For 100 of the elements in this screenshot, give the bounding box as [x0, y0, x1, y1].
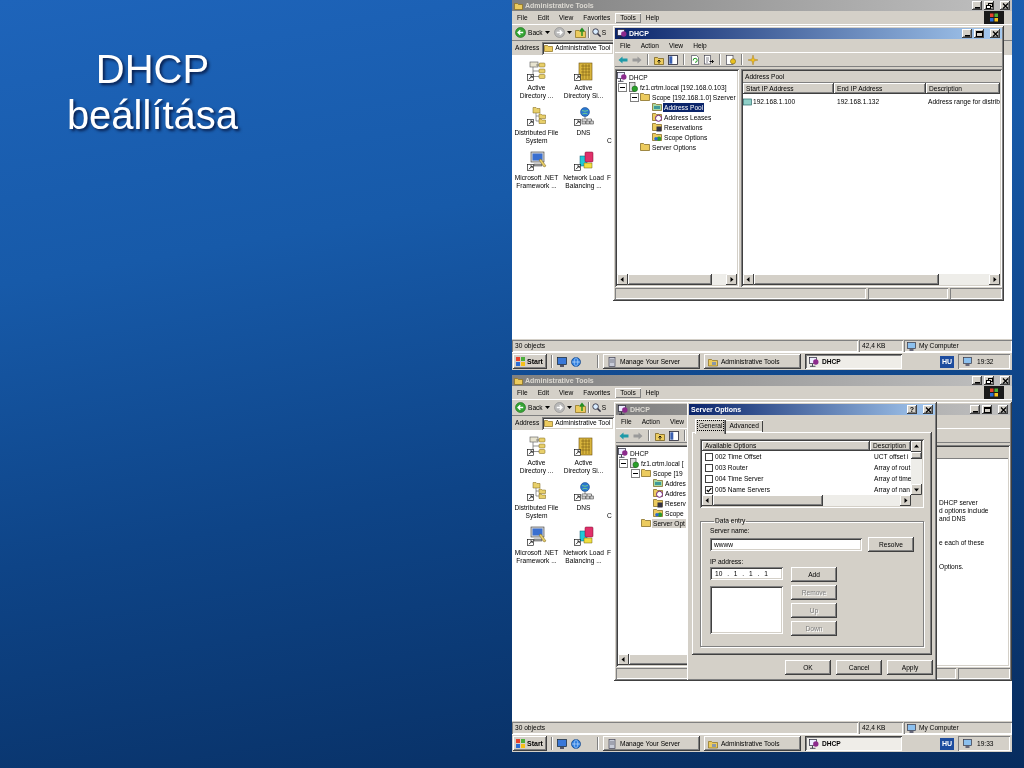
forward-button[interactable] [552, 25, 573, 40]
checkbox[interactable] [705, 485, 713, 494]
page-badge-icon[interactable] [726, 54, 736, 65]
refresh-icon[interactable] [690, 54, 700, 65]
restore-icon [985, 377, 993, 384]
globe-network-icon[interactable] [573, 106, 594, 126]
computer-icon[interactable] [526, 151, 547, 171]
horizontal-scrollbar[interactable] [617, 274, 737, 285]
scroll-left-icon[interactable] [617, 274, 628, 285]
maximize-icon [975, 30, 983, 37]
folder-tree-icon[interactable] [526, 481, 547, 501]
colored-blocks-icon[interactable] [573, 151, 594, 171]
scroll-right-icon[interactable] [989, 274, 1000, 285]
folder-tree-icon[interactable] [526, 106, 547, 126]
scroll-right-icon[interactable] [726, 274, 737, 285]
flag-icon [516, 357, 525, 366]
folder-dots-icon [652, 132, 662, 142]
close-button[interactable] [923, 405, 933, 414]
search-icon [591, 28, 601, 37]
folder-up-icon[interactable] [574, 402, 586, 413]
close-icon [991, 30, 999, 37]
clock-folder-icon [653, 488, 663, 498]
address-list[interactable] [710, 586, 783, 634]
clock-folder-icon [652, 112, 662, 122]
scrollbar-thumb[interactable] [628, 274, 712, 285]
scroll-up-icon[interactable] [911, 441, 922, 452]
collapse-box-icon[interactable] [619, 458, 628, 468]
folder-icon [707, 738, 718, 749]
flag-logo-icon [984, 386, 1004, 399]
minimize-button[interactable] [962, 29, 972, 38]
building-icon[interactable] [573, 436, 594, 456]
horizontal-scrollbar[interactable] [743, 274, 1000, 285]
scroll-down-icon[interactable] [911, 484, 922, 495]
close-button[interactable] [1000, 1, 1010, 10]
globe-icon[interactable] [570, 738, 581, 749]
desktop-icon[interactable] [556, 738, 567, 749]
scrollbar-thumb[interactable] [754, 274, 939, 285]
monitor-badge-icon [618, 448, 628, 458]
status-pane [950, 288, 1002, 299]
server-box-icon [606, 738, 617, 749]
forward-button[interactable] [552, 400, 573, 415]
folder-icon [641, 518, 651, 528]
slide-title: DHCP beállítása [65, 46, 240, 138]
monitor-icon [907, 723, 916, 733]
close-button[interactable] [990, 29, 1000, 38]
folder-up-icon[interactable] [574, 27, 586, 38]
computer-icon[interactable] [526, 526, 547, 546]
directory-tree-icon[interactable] [526, 436, 547, 456]
maximize-button[interactable] [974, 29, 984, 38]
restore-button[interactable] [984, 376, 994, 385]
collapse-box-icon[interactable] [618, 82, 627, 92]
scrollbar-thumb[interactable] [713, 495, 823, 506]
scroll-left-icon[interactable] [702, 495, 713, 506]
scroll-left-icon[interactable] [743, 274, 754, 285]
folder-card-icon [653, 498, 663, 508]
horizontal-scrollbar[interactable] [702, 495, 911, 506]
checkbox[interactable] [705, 463, 713, 472]
scrollbar-corner [911, 495, 922, 506]
monitor-icon [907, 341, 916, 351]
colored-blocks-icon[interactable] [573, 526, 594, 546]
back-arrow-icon [515, 27, 526, 38]
caret-icon [544, 406, 550, 409]
forward-arrow-icon [553, 402, 565, 413]
folder-icon [640, 92, 650, 102]
vertical-scrollbar[interactable] [911, 441, 922, 495]
monitor-icon[interactable] [963, 357, 972, 366]
monitor-icon[interactable] [963, 739, 972, 748]
pane-icon[interactable] [668, 54, 678, 65]
collapse-box-icon[interactable] [631, 468, 640, 478]
flag-logo-icon [984, 11, 1004, 24]
close-icon [999, 406, 1007, 413]
desktop-icon[interactable] [556, 356, 567, 367]
monitor-badge-icon [617, 28, 627, 39]
globe-network-icon[interactable] [573, 481, 594, 501]
checkbox[interactable] [705, 474, 713, 483]
caret-icon [566, 31, 572, 34]
folder-dots-icon [653, 508, 663, 518]
close-button[interactable] [1000, 376, 1010, 385]
minimize-button[interactable] [970, 405, 980, 414]
building-icon[interactable] [573, 61, 594, 81]
scrollbar-thumb[interactable] [911, 452, 922, 459]
maximize-button[interactable] [982, 405, 992, 414]
search-icon [591, 403, 601, 412]
directory-tree-icon[interactable] [526, 61, 547, 81]
pane-icon[interactable] [669, 430, 679, 441]
collapse-box-icon[interactable] [630, 92, 639, 102]
folder-icon [707, 356, 718, 367]
scroll-right-icon[interactable] [900, 495, 911, 506]
checkbox[interactable] [705, 452, 713, 461]
folder-icon [544, 44, 554, 52]
folder-icon [514, 1, 523, 10]
forward-arrow-icon [553, 27, 565, 38]
minimize-button[interactable] [972, 376, 982, 385]
restore-button[interactable] [984, 1, 994, 10]
close-button[interactable] [998, 405, 1008, 414]
list-export-icon[interactable] [704, 54, 714, 65]
server-box-icon [606, 356, 617, 367]
scroll-left-icon[interactable] [618, 654, 629, 665]
minimize-button[interactable] [972, 1, 982, 10]
globe-icon[interactable] [570, 356, 581, 367]
